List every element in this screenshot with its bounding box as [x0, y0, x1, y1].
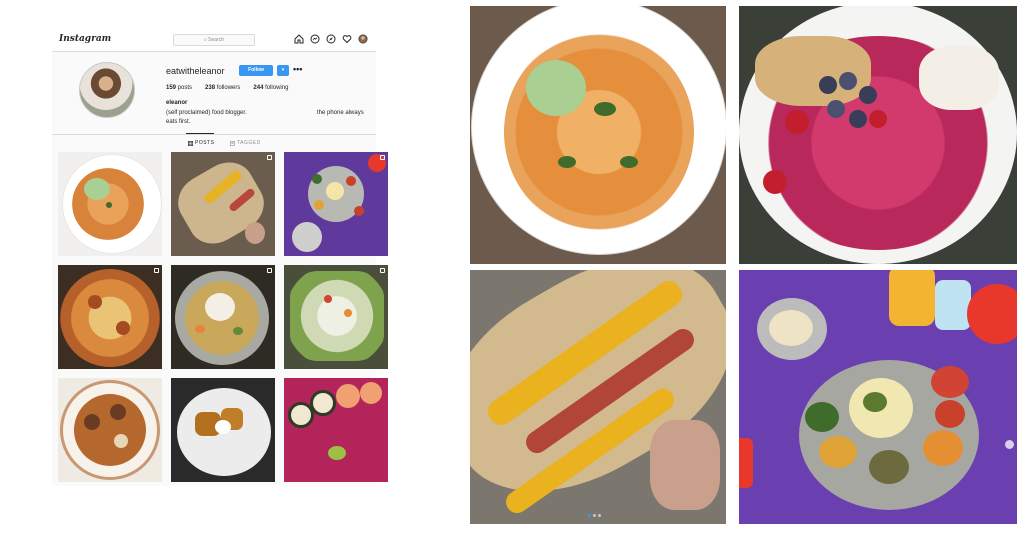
posts-stat: 159 posts: [166, 85, 193, 91]
post-thumbnail-pasta[interactable]: [58, 152, 162, 256]
tab-tagged-label: TAGGED: [237, 140, 261, 146]
post-thumbnail-soup[interactable]: [171, 265, 275, 369]
magnifier-icon: ⌕: [203, 37, 207, 43]
multi-post-icon: [380, 155, 385, 160]
tab-posts[interactable]: POSTS: [185, 133, 215, 146]
profile-stats: 159 posts 238 followers 244 following: [166, 85, 288, 91]
multi-post-icon: [380, 268, 385, 273]
explore-compass-icon[interactable]: [326, 34, 336, 44]
profile-avatar[interactable]: [79, 62, 135, 118]
tab-posts-label: POSTS: [195, 140, 215, 146]
suggested-dropdown-button[interactable]: ▾: [277, 65, 289, 76]
instagram-profile-screenshot: Instagram ⌕ Search eatwitheleanor Follow: [52, 28, 388, 486]
post-thumbnail-bagel[interactable]: [171, 152, 275, 256]
messenger-icon[interactable]: [310, 34, 320, 44]
carousel-dot: [598, 514, 601, 517]
large-photo-thali: [739, 270, 1017, 524]
post-thumbnail-pizza[interactable]: [58, 265, 162, 369]
nav-icons: [294, 34, 368, 46]
heart-icon[interactable]: [342, 34, 352, 44]
carousel-dot: [588, 514, 591, 517]
top-navigation-bar: Instagram ⌕ Search: [52, 28, 376, 52]
large-photo-smoothie-bowl: [739, 6, 1017, 264]
bio-line-1: (self proclaimed) food blogger.: [166, 110, 247, 116]
profile-full-name: eleanor: [166, 100, 188, 106]
profile-avatar-icon[interactable]: [358, 34, 368, 44]
more-options-icon[interactable]: •••: [293, 64, 302, 74]
grid-icon: [188, 140, 194, 146]
post-thumbnail-thali[interactable]: [284, 152, 388, 256]
search-placeholder: Search: [208, 37, 225, 43]
instagram-logo[interactable]: Instagram: [59, 34, 111, 44]
multi-post-icon: [267, 268, 272, 273]
follow-button[interactable]: Follow: [239, 65, 273, 76]
large-photo-pasta: [470, 6, 726, 264]
following-stat[interactable]: 244 following: [253, 85, 288, 91]
carousel-dot: [593, 514, 596, 517]
profile-username: eatwitheleanor: [166, 66, 225, 76]
multi-post-icon: [267, 155, 272, 160]
bio-line-2: eats first.: [166, 119, 191, 125]
tag-icon: [230, 140, 236, 146]
post-thumbnail-salad[interactable]: [284, 265, 388, 369]
multi-post-icon: [154, 268, 159, 273]
tab-tagged[interactable]: TAGGED: [230, 140, 261, 146]
post-thumbnail-dumplings[interactable]: [171, 378, 275, 482]
large-photo-bagel: [470, 270, 726, 524]
bio-side-text: the phone always: [317, 110, 364, 116]
followers-stat[interactable]: 238 followers: [205, 85, 240, 91]
carousel-dots: [588, 514, 601, 517]
post-thumbnail-sushi[interactable]: [284, 378, 388, 482]
home-icon[interactable]: [294, 34, 304, 44]
tabs-divider: [52, 134, 376, 135]
post-thumbnail-meatball-soup[interactable]: [58, 378, 162, 482]
carousel-next-icon[interactable]: [710, 138, 719, 147]
carousel-next-icon[interactable]: [1005, 440, 1014, 449]
search-input[interactable]: ⌕ Search: [173, 34, 255, 46]
